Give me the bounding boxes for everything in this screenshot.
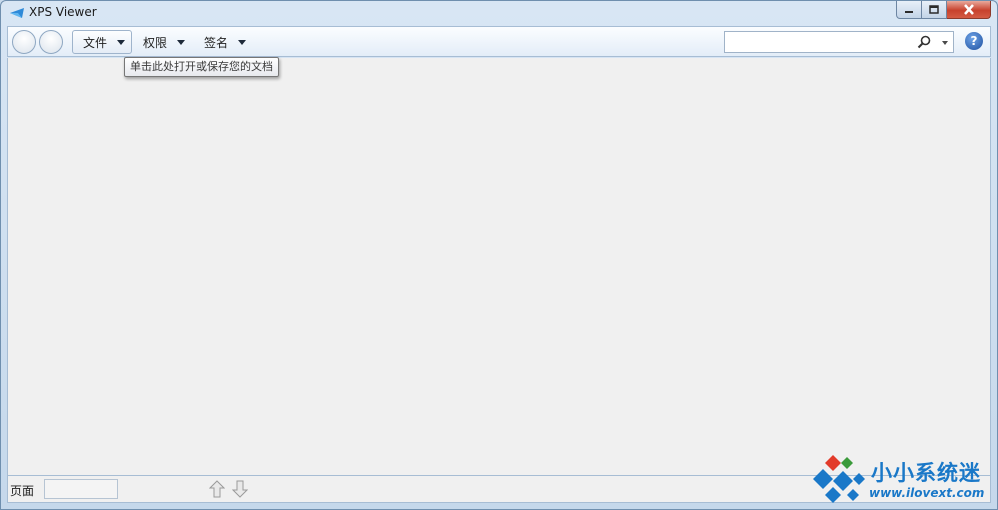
file-menu-label: 文件 [83, 35, 108, 50]
toolbar: 文件 权限 签名 ? [7, 26, 991, 57]
search-box [724, 31, 954, 53]
watermark-url: www.ilovext.com [869, 486, 985, 500]
search-input[interactable] [727, 34, 912, 50]
help-button[interactable]: ? [965, 32, 983, 50]
search-dropdown-icon[interactable] [942, 41, 948, 45]
previous-page-icon[interactable] [209, 480, 225, 498]
document-view[interactable] [7, 58, 991, 475]
maximize-icon [929, 5, 939, 14]
watermark-title: 小小系统迷 [871, 461, 981, 485]
window-title: XPS Viewer [29, 5, 97, 19]
caption-buttons [896, 1, 991, 19]
page-number-input[interactable] [44, 479, 118, 499]
watermark-logo [813, 455, 865, 503]
minimize-icon [905, 10, 913, 13]
watermark: 小小系统迷 www.ilovext.com [809, 453, 995, 507]
permissions-menu-button[interactable]: 权限 [143, 30, 186, 54]
app-window: XPS Viewer 文件 权限 签名 ? 单击此处打开或保存您的文档 页面 小… [0, 0, 998, 510]
page-label: 页面 [10, 484, 35, 498]
search-icon[interactable] [917, 35, 931, 49]
permissions-menu-label: 权限 [143, 35, 168, 50]
close-button[interactable] [947, 1, 991, 19]
maximize-button[interactable] [922, 1, 947, 19]
xps-viewer-icon [10, 8, 24, 18]
minimize-button[interactable] [896, 1, 922, 19]
file-menu-button[interactable]: 文件 [72, 30, 132, 54]
title-bar[interactable]: XPS Viewer [1, 1, 997, 25]
chevron-down-icon [177, 39, 186, 45]
chevron-down-icon [238, 39, 247, 45]
signatures-menu-button[interactable]: 签名 [204, 30, 247, 54]
close-icon [963, 4, 974, 15]
back-button[interactable] [12, 30, 36, 54]
forward-button[interactable] [39, 30, 63, 54]
file-menu-tooltip: 单击此处打开或保存您的文档 [124, 57, 279, 77]
next-page-icon[interactable] [232, 480, 248, 498]
signatures-menu-label: 签名 [204, 35, 229, 50]
chevron-down-icon [117, 39, 126, 45]
help-icon: ? [970, 34, 978, 48]
